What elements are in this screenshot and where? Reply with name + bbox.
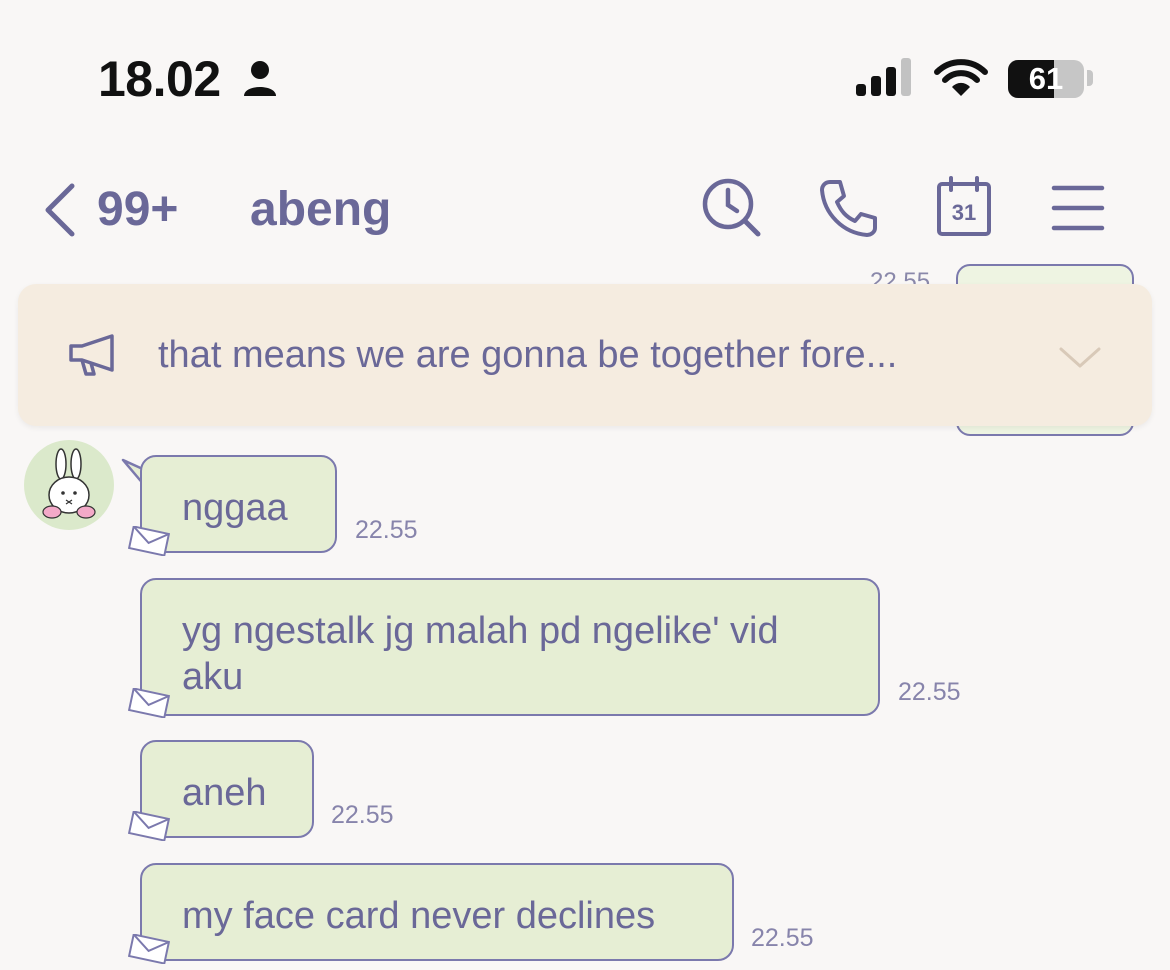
search-icon[interactable]	[700, 176, 764, 240]
message-text: aneh	[182, 772, 267, 814]
battery-nub	[1087, 70, 1093, 86]
avatar[interactable]	[24, 440, 114, 530]
chevron-down-icon[interactable]	[1058, 346, 1102, 370]
battery-level: 61	[1028, 61, 1064, 96]
back-chevron-icon[interactable]	[40, 180, 80, 240]
status-time: 18.02	[98, 51, 221, 107]
envelope-icon	[128, 811, 170, 841]
phone-icon[interactable]	[816, 176, 880, 240]
person-icon	[244, 61, 276, 96]
message-text: yg ngestalk jg malah pd ngelike' vid aku	[182, 610, 779, 698]
envelope-icon	[128, 688, 170, 718]
megaphone-icon	[69, 334, 114, 376]
calendar-day: 31	[952, 200, 976, 225]
bunny-avatar-icon	[42, 448, 96, 519]
wifi-icon	[934, 59, 988, 96]
chat-title[interactable]: abeng	[250, 182, 391, 237]
envelope-icon	[128, 526, 170, 556]
battery-indicator: 61	[1008, 60, 1084, 98]
calendar-icon[interactable]: 31	[934, 176, 998, 240]
message-time: 22.55	[355, 516, 418, 544]
message-text: nggaa	[182, 487, 288, 529]
message-bubble[interactable]: my face card never declines	[140, 863, 734, 961]
menu-icon[interactable]	[1050, 176, 1114, 240]
unread-count[interactable]: 99+	[97, 182, 178, 237]
message-time: 22.55	[898, 678, 961, 706]
envelope-icon	[128, 934, 170, 964]
signal-icon	[856, 58, 911, 96]
message-text: my face card never declines	[182, 895, 656, 937]
message-bubble[interactable]: yg ngestalk jg malah pd ngelike' vid aku	[140, 578, 880, 716]
announcement-banner[interactable]: that means we are gonna be together fore…	[18, 284, 1152, 426]
announcement-text: that means we are gonna be together fore…	[158, 334, 898, 376]
message-time: 22.55	[751, 924, 814, 952]
message-time: 22.55	[331, 801, 394, 829]
